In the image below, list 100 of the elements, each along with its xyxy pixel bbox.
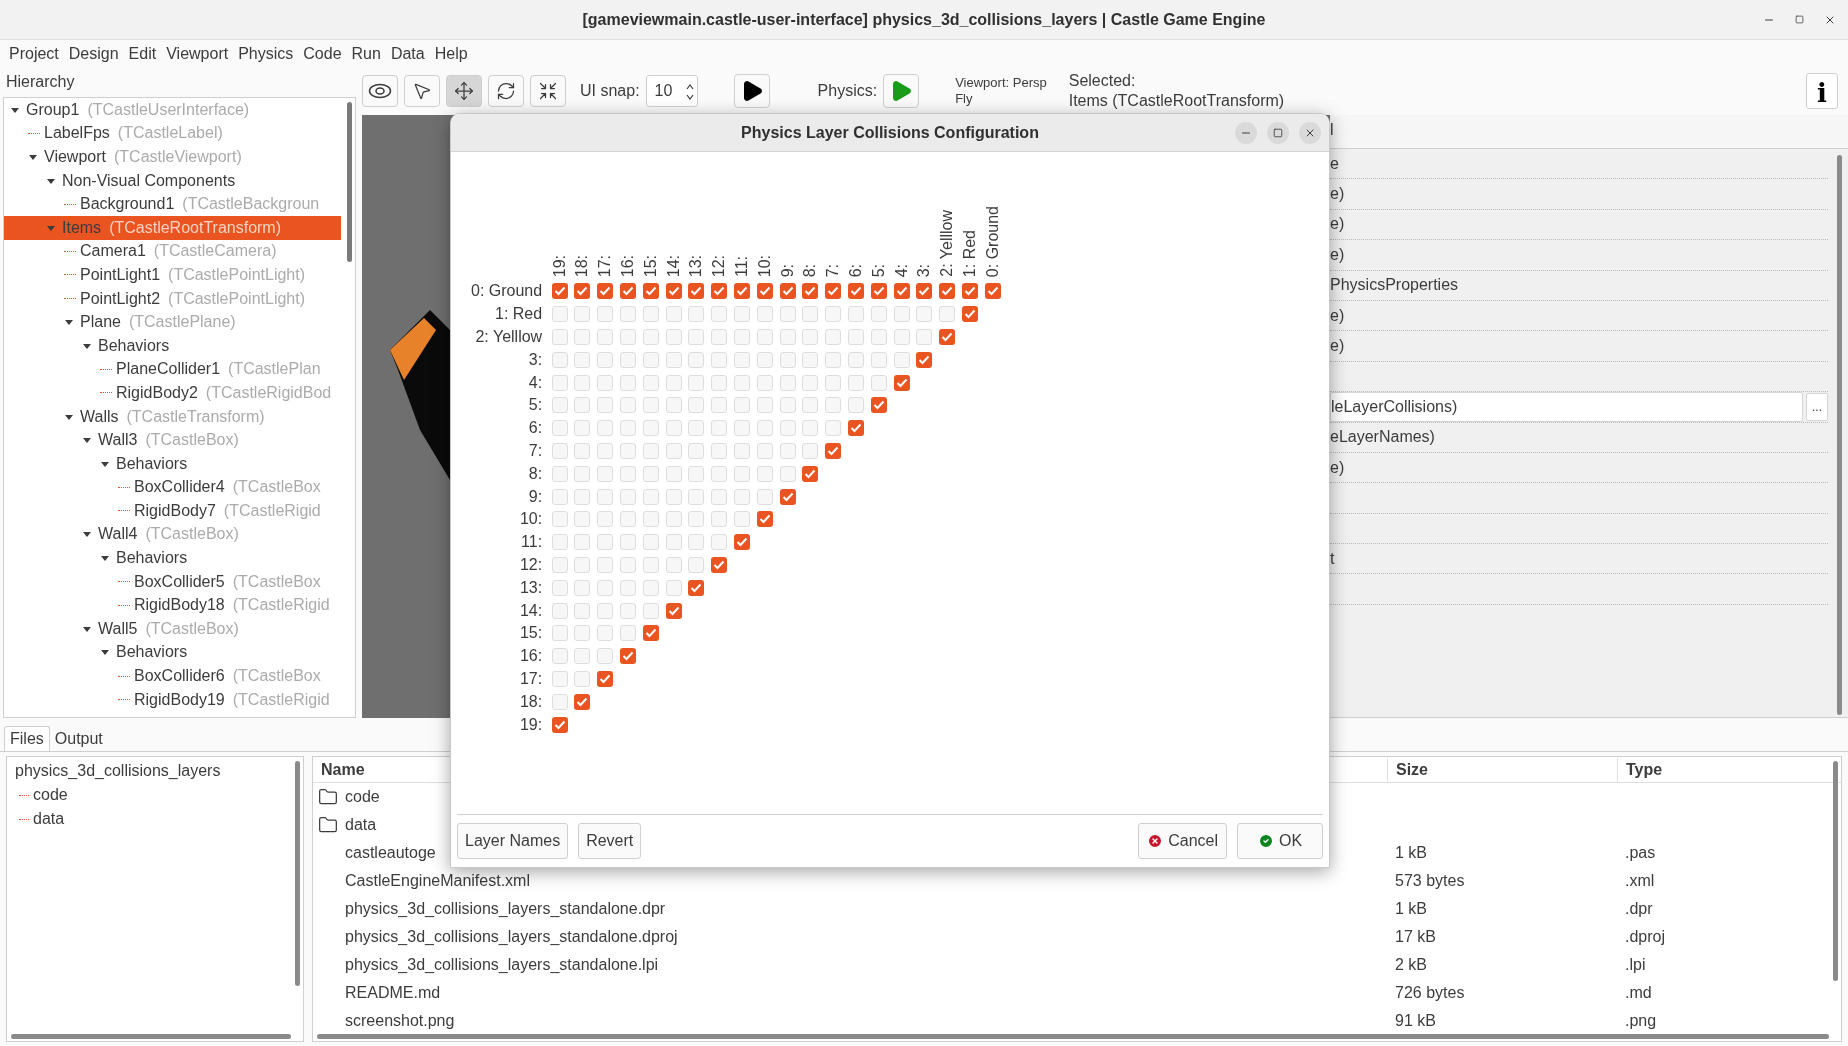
- collision-checkbox[interactable]: [619, 420, 636, 437]
- collision-checkbox[interactable]: [574, 648, 591, 665]
- collision-checkbox[interactable]: [733, 397, 750, 414]
- collision-checkbox[interactable]: [779, 374, 796, 391]
- tool-button[interactable]: [530, 75, 566, 107]
- tree-item[interactable]: RigidBody18 (TCastleRigid: [4, 593, 341, 618]
- cancel-button[interactable]: Cancel: [1138, 823, 1227, 859]
- collision-checkbox[interactable]: [802, 329, 819, 345]
- collision-checkbox[interactable]: [642, 602, 659, 619]
- collision-checkbox[interactable]: [870, 374, 887, 391]
- collision-checkbox[interactable]: [802, 442, 819, 459]
- menu-item[interactable]: Physics: [233, 41, 299, 66]
- collision-checkbox[interactable]: [733, 511, 750, 528]
- collision-checkbox[interactable]: [551, 329, 568, 345]
- collision-checkbox[interactable]: [551, 534, 568, 551]
- scrollbar-thumb[interactable]: [317, 1034, 1829, 1039]
- collision-checkbox[interactable]: [847, 420, 864, 437]
- tool-button[interactable]: [404, 75, 440, 107]
- collision-checkbox[interactable]: [551, 397, 568, 414]
- collision-checkbox[interactable]: [711, 306, 728, 323]
- collision-checkbox[interactable]: [711, 442, 728, 459]
- tree-item[interactable]: Behaviors: [4, 333, 341, 358]
- collision-checkbox[interactable]: [619, 511, 636, 528]
- collision-checkbox[interactable]: [574, 693, 591, 710]
- collision-checkbox[interactable]: [574, 534, 591, 551]
- collision-checkbox[interactable]: [825, 351, 842, 368]
- collision-checkbox[interactable]: [733, 488, 750, 505]
- scrollbar-thumb[interactable]: [347, 102, 352, 262]
- collision-checkbox[interactable]: [551, 693, 568, 710]
- collision-checkbox[interactable]: [551, 579, 568, 596]
- collision-checkbox[interactable]: [574, 579, 591, 596]
- tree-item[interactable]: Wall5 (TCastleBox): [4, 617, 341, 641]
- collision-checkbox[interactable]: [802, 465, 819, 482]
- tree-item[interactable]: Behaviors: [4, 546, 341, 570]
- collision-checkbox[interactable]: [688, 442, 705, 459]
- collision-checkbox[interactable]: [733, 306, 750, 323]
- collision-checkbox[interactable]: [779, 488, 796, 505]
- tool-button[interactable]: [446, 75, 482, 107]
- collision-checkbox[interactable]: [619, 374, 636, 391]
- collision-checkbox[interactable]: [779, 329, 796, 345]
- collision-checkbox[interactable]: [847, 306, 864, 323]
- collision-checkbox[interactable]: [551, 442, 568, 459]
- collision-checkbox[interactable]: [642, 397, 659, 414]
- scrollbar-thumb[interactable]: [1837, 155, 1842, 715]
- collision-checkbox[interactable]: [665, 351, 682, 368]
- tree-item[interactable]: Background1 (TCastleBackgroun: [4, 192, 341, 216]
- collision-checkbox[interactable]: [961, 306, 978, 323]
- menu-item[interactable]: Edit: [123, 41, 162, 66]
- collision-checkbox[interactable]: [551, 716, 568, 733]
- collision-checkbox[interactable]: [893, 283, 910, 300]
- tree-item[interactable]: Viewport (TCastleViewport): [4, 145, 341, 169]
- collision-checkbox[interactable]: [619, 579, 636, 596]
- folder-name[interactable]: code: [33, 783, 68, 807]
- collision-checkbox[interactable]: [642, 625, 659, 642]
- collision-checkbox[interactable]: [551, 465, 568, 482]
- collision-checkbox[interactable]: [665, 329, 682, 345]
- collision-checkbox[interactable]: [733, 420, 750, 437]
- collision-checkbox[interactable]: [551, 488, 568, 505]
- collision-checkbox[interactable]: [756, 306, 773, 323]
- collision-checkbox[interactable]: [619, 442, 636, 459]
- collision-checkbox[interactable]: [642, 306, 659, 323]
- scrollbar-thumb[interactable]: [1833, 761, 1838, 981]
- collision-checkbox[interactable]: [802, 351, 819, 368]
- collision-checkbox[interactable]: [574, 465, 591, 482]
- collision-checkbox[interactable]: [619, 648, 636, 665]
- collision-checkbox[interactable]: [688, 534, 705, 551]
- collision-checkbox[interactable]: [597, 351, 614, 368]
- collision-checkbox[interactable]: [597, 374, 614, 391]
- collision-checkbox[interactable]: [688, 511, 705, 528]
- collision-checkbox[interactable]: [870, 306, 887, 323]
- collision-checkbox[interactable]: [574, 488, 591, 505]
- collision-checkbox[interactable]: [916, 351, 933, 368]
- menu-item[interactable]: Run: [346, 41, 386, 66]
- tree-item[interactable]: PointLight1 (TCastlePointLight): [4, 263, 341, 287]
- tool-button[interactable]: [488, 75, 524, 107]
- folder-name[interactable]: physics_3d_collisions_layers: [7, 759, 303, 783]
- collision-checkbox[interactable]: [665, 488, 682, 505]
- collision-checkbox[interactable]: [642, 488, 659, 505]
- play-button[interactable]: [733, 74, 770, 108]
- collision-checkbox[interactable]: [551, 283, 568, 300]
- file-name[interactable]: screenshot.png: [345, 1009, 455, 1033]
- file-name[interactable]: physics_3d_collisions_layers_standalone.lpi: [345, 953, 659, 977]
- collision-checkbox[interactable]: [597, 420, 614, 437]
- collision-checkbox[interactable]: [802, 306, 819, 323]
- collision-checkbox[interactable]: [756, 397, 773, 414]
- collision-checkbox[interactable]: [688, 306, 705, 323]
- collision-checkbox[interactable]: [688, 283, 705, 300]
- collision-checkbox[interactable]: [642, 465, 659, 482]
- collision-checkbox[interactable]: [551, 556, 568, 573]
- tree-item[interactable]: RigidBody2 (TCastleRigidBod: [4, 381, 341, 405]
- collision-checkbox[interactable]: [916, 329, 933, 345]
- collision-checkbox[interactable]: [688, 556, 705, 573]
- collision-checkbox[interactable]: [619, 329, 636, 345]
- collision-checkbox[interactable]: [779, 306, 796, 323]
- tree-item[interactable]: Behaviors: [4, 640, 341, 665]
- collision-checkbox[interactable]: [870, 397, 887, 414]
- tree-item[interactable]: RigidBody7 (TCastleRigid: [4, 499, 341, 523]
- collision-checkbox[interactable]: [756, 329, 773, 345]
- dialog-button[interactable]: Layer Names: [457, 823, 569, 859]
- collision-checkbox[interactable]: [733, 351, 750, 368]
